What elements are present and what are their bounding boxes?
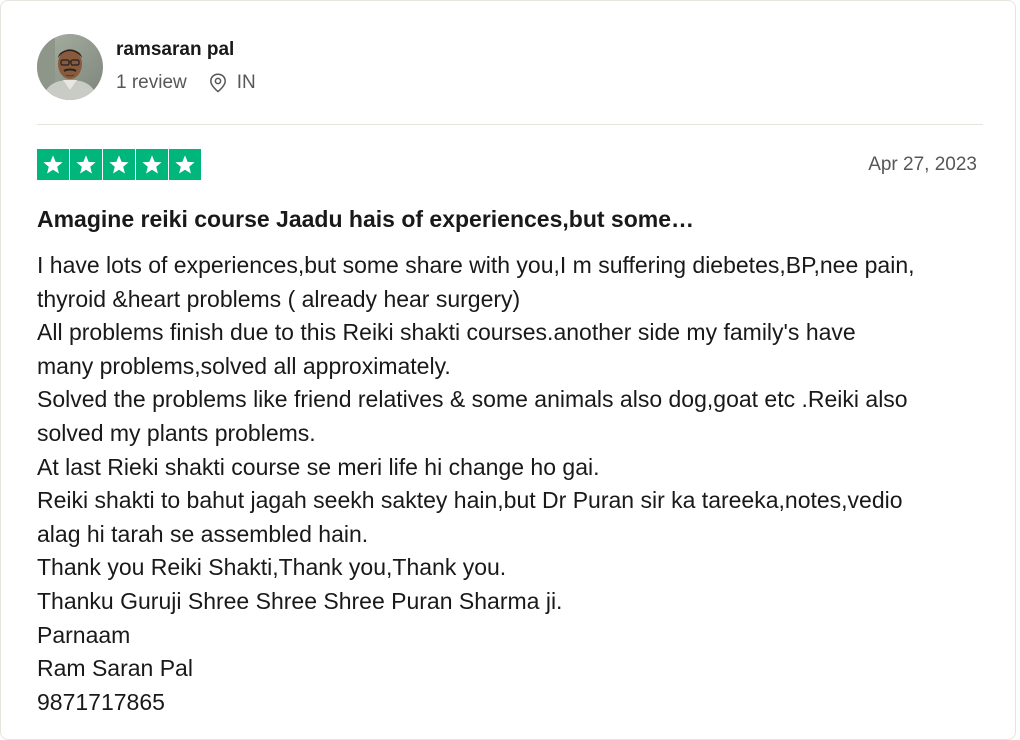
review-text: I have lots of experiences,but some shar…: [37, 249, 987, 719]
review-text-line: I have lots of experiences,but some shar…: [37, 252, 915, 278]
reviewer-avatar[interactable]: [37, 34, 103, 100]
review-title[interactable]: Amagine reiki course Jaadu hais of exper…: [37, 206, 694, 233]
header-divider: [37, 124, 983, 125]
review-count: 1 review: [116, 72, 187, 93]
location-pin-icon: [209, 73, 227, 93]
review-text-line: thyroid &heart problems ( already hear s…: [37, 285, 521, 312]
review-text-line: many problems,solved all approximately.: [37, 352, 451, 379]
star-rating: [37, 149, 201, 180]
review-text-line: Solved the problems like friend relative…: [37, 386, 908, 413]
review-card: ramsaran pal 1 review IN Apr 27, 2023 Am…: [0, 0, 1016, 740]
review-text-line: Reiki shakti to bahut jagah seekh saktey…: [37, 487, 903, 514]
review-date: Apr 27, 2023: [868, 154, 977, 175]
reviewer-meta: 1 review IN: [116, 72, 256, 94]
review-text-line: solved my plants problems.: [37, 419, 316, 446]
star-icon: [169, 149, 201, 180]
reviewer-photo-icon: [37, 34, 103, 100]
star-icon: [37, 149, 69, 180]
reviewer-country: IN: [236, 72, 256, 93]
star-icon: [103, 149, 135, 180]
reviewer-name[interactable]: ramsaran pal: [116, 39, 234, 61]
review-text-line: 9871717865: [37, 688, 165, 715]
review-text-line: Thanku Guruji Shree Shree Shree Puran Sh…: [37, 587, 563, 614]
star-icon: [136, 149, 168, 180]
review-text-line: Thank you Reiki Shakti,Thank you,Thank y…: [37, 554, 507, 581]
star-icon: [70, 149, 102, 180]
review-text-line: All problems finish due to this Reiki sh…: [37, 319, 856, 346]
review-text-line: alag hi tarah se assembled hain.: [37, 520, 369, 547]
review-text-line: Ram Saran Pal: [37, 655, 193, 682]
review-text-line: Parnaam: [37, 621, 131, 648]
review-text-line: At last Rieki shakti course se meri life…: [37, 453, 600, 480]
